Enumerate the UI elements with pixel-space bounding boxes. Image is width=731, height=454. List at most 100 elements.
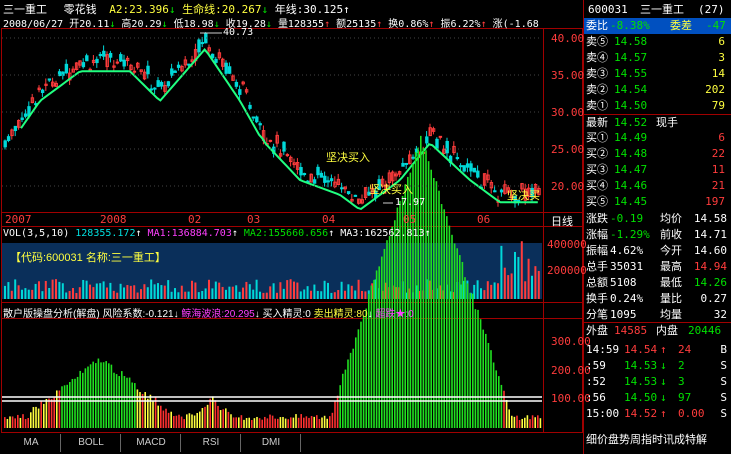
tick-time: 14:59: [586, 343, 620, 356]
stat-value: 35031: [610, 260, 644, 273]
stat-label: 振幅: [586, 245, 608, 257]
buy-signal-2: 坚决买入: [369, 184, 413, 196]
retail-header: 散户版操盘分析(解盘) 风险系数:-0.121↓ 鲸海波浪:20.295↓ 买入…: [3, 309, 414, 320]
ask-label: 卖②: [586, 84, 608, 96]
time-tick-06: 06: [477, 213, 491, 226]
tick-direction: ↓: [660, 375, 667, 388]
tab-boll[interactable]: BOLL: [62, 434, 121, 452]
bid-price: 14.49: [614, 131, 648, 144]
tab-ma[interactable]: MA: [2, 434, 61, 452]
price-tick-35: 35.00: [551, 69, 585, 82]
tick-row: :59 14.53 ↓ 2 S: [584, 358, 731, 374]
tick-volume: 24: [678, 343, 692, 356]
panel-count: (27): [698, 3, 725, 16]
quote-volume: 量128355: [277, 19, 325, 30]
panel-code: 600031: [588, 3, 628, 16]
vol-tick-200000: 200000: [547, 264, 587, 277]
tick-side: S: [720, 359, 727, 372]
time-tick-04: 04: [322, 213, 336, 226]
bid-volume: 11: [711, 163, 725, 176]
stat-label: 总手: [586, 261, 608, 273]
quote-date: 2008/06/27: [3, 19, 64, 30]
stat-value: 0.27: [700, 292, 728, 305]
bid-price: 14.47: [614, 163, 648, 176]
stat-label: 分笔: [586, 309, 608, 321]
ask-price: 14.54: [614, 83, 648, 96]
ask-volume: 14: [711, 67, 725, 80]
footer-links[interactable]: 细价盘势周指时讯成特解: [586, 432, 707, 448]
bid-label: 买①: [586, 132, 608, 144]
ask-volume: 6: [718, 35, 725, 48]
tick-volume: 3: [678, 375, 685, 388]
stat-label: 涨幅: [586, 229, 608, 241]
time-tick-02: 02: [188, 213, 202, 226]
stat-label: 均量: [660, 309, 682, 321]
bid-label: 买②: [586, 148, 608, 160]
bid-price: 14.48: [614, 147, 648, 160]
ask-row: 卖⑤ 14.58 6: [584, 34, 731, 50]
stat-row: 换手 0.24% 量比 0.27: [584, 291, 731, 307]
panel-name: 三一重工: [640, 4, 684, 16]
stat-row: 总额 5108 最低 14.26: [584, 275, 731, 291]
stat-value: -0.19: [610, 212, 644, 225]
stat-label: 均价: [660, 213, 682, 225]
high-annotation: 40.73: [223, 27, 254, 38]
last-row: 最新 14.52 现手: [584, 114, 731, 131]
bid-volume: 22: [711, 147, 725, 160]
bid-volume: 21: [711, 179, 725, 192]
quote-high: 高20.29: [121, 19, 162, 30]
last-label: 最新: [586, 117, 608, 129]
quote-open: 开20.11: [69, 19, 110, 30]
stat-row: 涨幅 -1.29% 前收 14.71: [584, 227, 731, 243]
period-label[interactable]: 日线: [551, 213, 573, 229]
vol-ma3: MA3:162562.813: [340, 228, 425, 239]
stat-label: 换手: [586, 293, 608, 305]
ask-row: 卖① 14.50 79: [584, 98, 731, 114]
shark-value: 鲸海波浪:20.295: [181, 309, 255, 320]
weibi-value: -8.38%: [610, 19, 650, 32]
tick-price: 14.53: [624, 375, 658, 388]
stat-value: -1.29%: [610, 228, 650, 241]
weicha-label: 委差: [670, 20, 692, 32]
stat-row: 分笔 1095 均量 32: [584, 307, 731, 323]
inner-label: 内盘: [656, 325, 678, 337]
weibi-row: 委比 -8.38% 委差 -47: [584, 18, 731, 34]
vol-ma2: MA2:155660.656: [243, 228, 329, 239]
quote-change: 涨(-1.68: [492, 19, 539, 30]
tick-price: 14.50: [624, 391, 658, 404]
stat-value: 14.26: [693, 276, 727, 289]
vol-label: VOL(3,5,10): [3, 228, 70, 239]
bid-volume: 197: [705, 195, 725, 208]
tick-side: S: [720, 407, 727, 420]
stat-label: 总额: [586, 277, 608, 289]
jump-value: 超跌★:0: [375, 309, 414, 320]
buy-signal-3: 坚决买: [507, 190, 540, 202]
quote-amount: 额25135: [336, 19, 377, 30]
tab-macd[interactable]: MACD: [122, 434, 181, 452]
bid-price: 14.46: [614, 179, 648, 192]
bid-label: 买③: [586, 164, 608, 176]
tick-price: 14.52: [624, 407, 658, 420]
quote-line: 2008/06/27 开20.11↓ 高20.29↓ 低18.98↓ 收19.2…: [3, 19, 539, 30]
ask-price: 14.57: [614, 51, 648, 64]
tick-time: 15:00: [586, 407, 620, 420]
tick-side: S: [720, 391, 727, 404]
time-tick-2008: 2008: [100, 213, 127, 226]
ask-volume: 202: [705, 83, 725, 96]
tick-side: S: [720, 375, 727, 388]
tick-row: 15:00 14.52 ↑ 0.00 S: [584, 406, 731, 422]
tab-rsi[interactable]: RSI: [182, 434, 241, 452]
stat-row: 总手 35031 最高 14.94: [584, 259, 731, 275]
tick-row: :52 14.53 ↓ 3 S: [584, 374, 731, 390]
panel-footer[interactable]: 细价盘势周指时讯成特解: [584, 432, 731, 448]
stat-row: 振幅 4.62% 今开 14.60: [584, 243, 731, 259]
bid-price: 14.45: [614, 195, 648, 208]
stat-value: 4.62%: [610, 244, 644, 257]
stat-label: 前收: [660, 229, 682, 241]
ask-price: 14.55: [614, 67, 648, 80]
tab-dmi[interactable]: DMI: [242, 434, 301, 452]
sell-sprite: 卖出精灵:80: [313, 309, 368, 320]
vol-tick-400000: 400000: [547, 238, 587, 251]
ask-label: 卖⑤: [586, 36, 608, 48]
stat-label: 最低: [660, 277, 682, 289]
